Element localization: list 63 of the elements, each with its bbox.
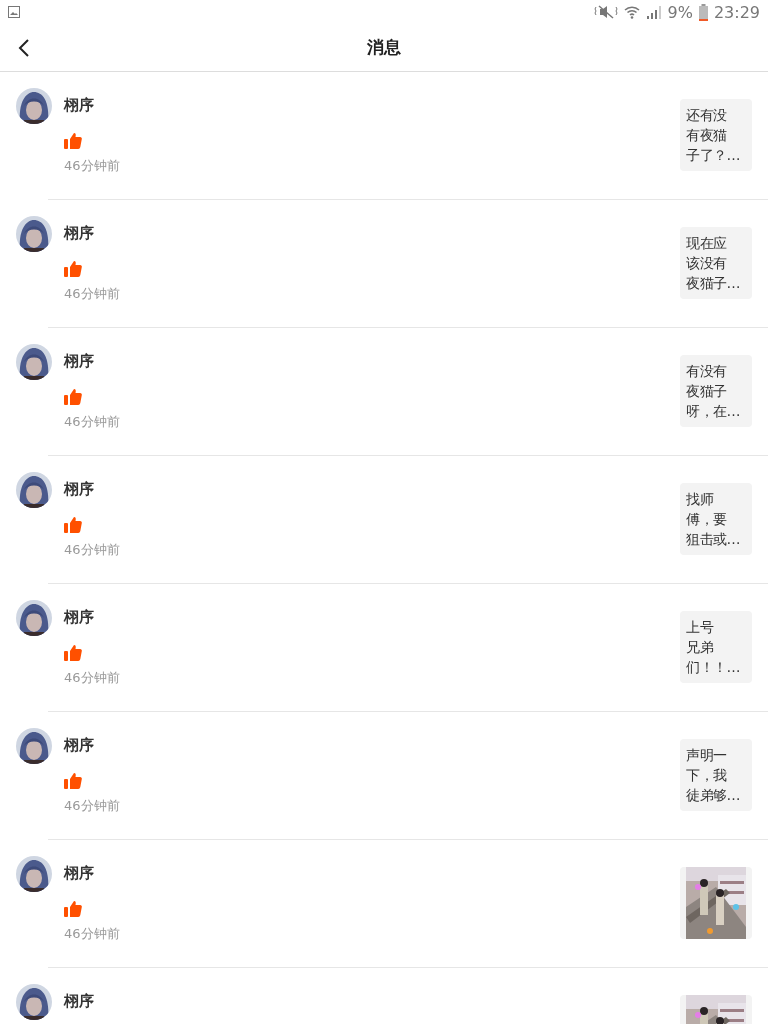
thumbs-up-icon [64,133,82,149]
avatar[interactable] [16,856,52,892]
preview-line: 呀，在… [686,402,740,421]
thumbs-up-icon [64,773,82,789]
time-ago: 46分钟前 [64,925,120,943]
user-name: 栩序 [64,352,94,371]
preview-line: 还有没 [686,106,727,125]
avatar[interactable] [16,472,52,508]
time-ago: 46分钟前 [64,413,120,431]
mute-icon [593,4,618,20]
user-name: 栩序 [64,992,94,1011]
user-name: 栩序 [64,864,94,883]
preview-line: 有没有 [686,362,727,381]
preview-line: 兄弟 [686,638,713,657]
preview-line: 上号 [686,618,713,637]
battery-icon [698,3,708,21]
page-title: 消息 [367,36,401,59]
time-ago: 46分钟前 [64,669,120,687]
thumbs-up-icon [64,389,82,405]
post-preview[interactable]: 现在应 该没有 夜猫子… [680,227,752,299]
clock: 23:29 [713,2,760,22]
preview-line: 子了？… [686,146,740,165]
avatar[interactable] [16,728,52,764]
user-name: 栩序 [64,608,94,627]
preview-line: 们！！… [686,658,740,677]
preview-line: 声明一 [686,746,727,765]
time-ago: 46分钟前 [64,157,120,175]
user-name: 栩序 [64,96,94,115]
avatar[interactable] [16,216,52,252]
preview-line: 夜猫子… [686,274,740,293]
thumbs-up-icon [64,261,82,277]
avatar[interactable] [16,600,52,636]
post-preview[interactable]: 有没有 夜猫子 呀，在… [680,355,752,427]
time-ago: 46分钟前 [64,541,120,559]
avatar[interactable] [16,984,52,1020]
post-preview[interactable]: 上号 兄弟 们！！… [680,611,752,683]
user-name: 栩序 [64,224,94,243]
preview-line: 该没有 [686,254,727,273]
preview-line: 下，我 [686,766,727,785]
preview-line: 徒弟够… [686,786,740,805]
post-preview[interactable]: 还有没 有夜猫 子了？… [680,99,752,171]
post-preview[interactable]: 找师 傅，要 狙击或… [680,483,752,555]
wifi-icon [623,4,640,20]
thumbs-up-icon [64,645,82,661]
preview-line: 傅，要 [686,510,727,529]
thumbs-up-icon [64,517,82,533]
preview-line: 找师 [686,490,713,509]
thumbs-up-icon [64,901,82,917]
gallery-icon [8,6,20,18]
signal-icon [645,4,662,20]
avatar[interactable] [16,344,52,380]
time-ago: 46分钟前 [64,797,120,815]
preview-line: 现在应 [686,234,727,253]
post-preview[interactable]: 声明一 下，我 徒弟够… [680,739,752,811]
preview-line: 有夜猫 [686,126,727,145]
time-ago: 46分钟前 [64,285,120,303]
user-name: 栩序 [64,736,94,755]
chevron-icon [18,39,30,57]
avatar[interactable] [16,88,52,124]
battery-percent: 9% [667,2,693,22]
preview-line: 夜猫子 [686,382,727,401]
preview-line: 狙击或… [686,530,740,549]
user-name: 栩序 [64,480,94,499]
